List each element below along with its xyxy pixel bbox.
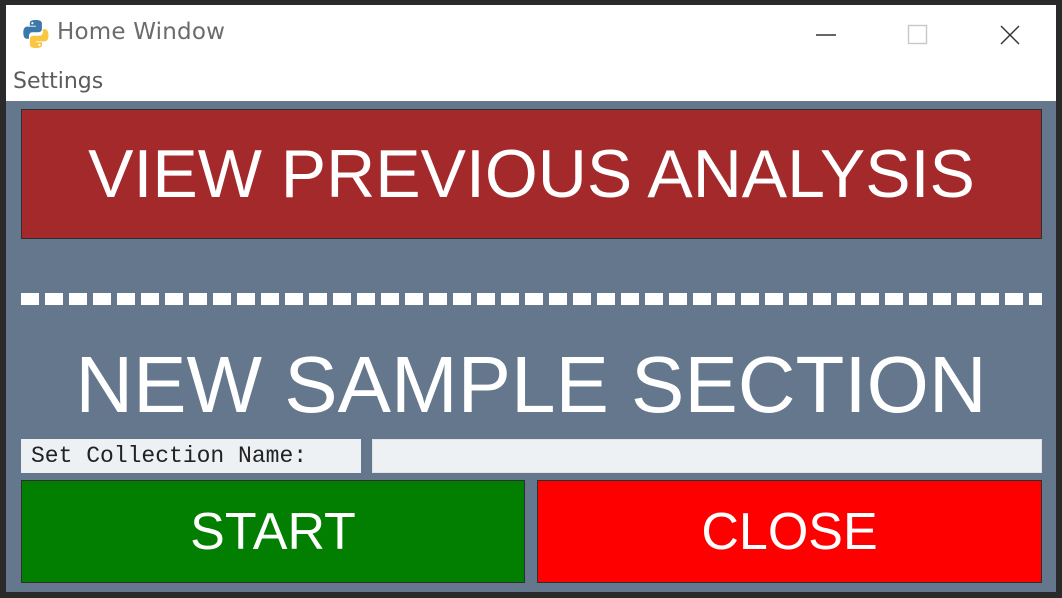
start-button[interactable]: START <box>21 480 525 583</box>
maximize-button[interactable] <box>872 5 964 65</box>
collection-name-label: Set Collection Name: <box>31 443 308 469</box>
window-title: Home Window <box>57 19 226 45</box>
menu-item-settings[interactable]: Settings <box>13 69 103 94</box>
menu-bar: Settings <box>6 65 1056 101</box>
window-close-button[interactable] <box>964 5 1056 65</box>
python-logo-icon <box>23 20 49 48</box>
close-button[interactable]: CLOSE <box>537 480 1042 583</box>
minimize-icon <box>816 34 836 36</box>
new-sample-section-heading: NEW SAMPLE SECTION <box>75 340 987 429</box>
dashed-divider <box>21 293 1042 305</box>
maximize-icon <box>907 24 928 45</box>
minimize-button[interactable] <box>780 5 872 65</box>
collection-name-label-box: Set Collection Name: <box>21 439 361 473</box>
title-bar[interactable]: Home Window <box>6 5 1056 65</box>
close-icon <box>1000 25 1020 45</box>
view-previous-analysis-button[interactable]: VIEW PREVIOUS ANALYSIS <box>21 109 1042 239</box>
home-window: Home Window Settings VIEW PREVIOUS ANALY… <box>0 0 1062 598</box>
collection-name-input[interactable] <box>372 439 1042 473</box>
